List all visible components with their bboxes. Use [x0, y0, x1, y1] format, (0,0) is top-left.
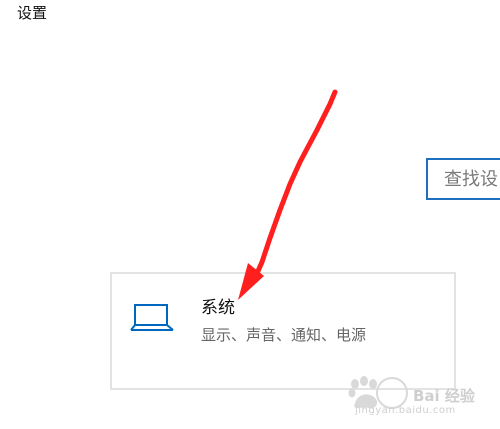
- laptop-icon: [130, 304, 174, 331]
- window-title: 设置: [17, 4, 48, 22]
- system-settings-card[interactable]: 系统 显示、声音、通知、电源: [110, 272, 456, 390]
- settings-search-box[interactable]: 查找设: [426, 158, 500, 200]
- system-card-subtitle: 显示、声音、通知、电源: [201, 326, 367, 344]
- watermark-domain-text: jingyan.baidu.com: [355, 405, 456, 416]
- system-card-title: 系统: [201, 298, 235, 318]
- baidu-watermark: Bai 经验 jingyan.baidu.com: [330, 374, 500, 429]
- watermark-brand-text: Bai 经验: [413, 387, 475, 405]
- search-placeholder: 查找设: [444, 169, 498, 190]
